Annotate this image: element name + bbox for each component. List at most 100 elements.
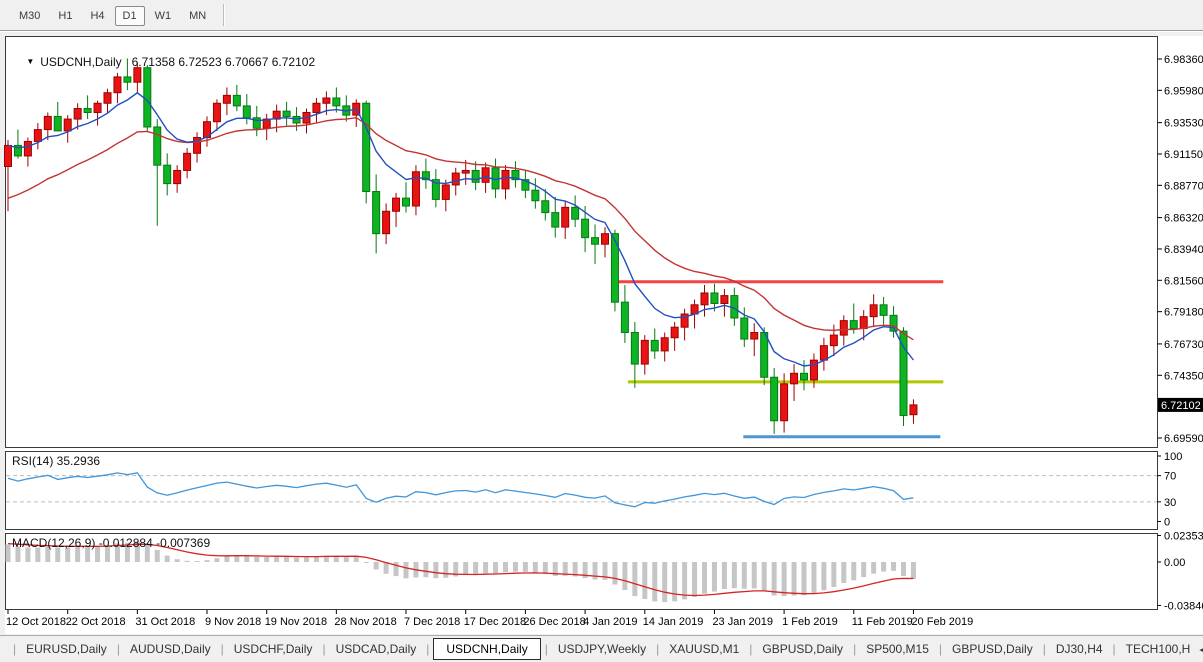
tab-gbpusd-daily[interactable]: GBPUSD,Daily — [943, 639, 1042, 659]
rsi-pane[interactable] — [5, 451, 1158, 530]
timeframe-button-w1[interactable]: W1 — [147, 6, 180, 26]
macd-bar — [522, 562, 528, 572]
price-tick-label: 6.76730 — [1164, 339, 1203, 351]
tab-scroll-arrows: ◂▸ — [1199, 643, 1203, 656]
date-tick-label: 20 Feb 2019 — [911, 616, 973, 628]
date-tick-label: 31 Oct 2018 — [135, 616, 195, 628]
candle-down — [163, 164, 172, 185]
tab-separator: | — [656, 642, 660, 656]
candle-down — [591, 237, 600, 245]
price-tick-label: 6.69590 — [1164, 433, 1203, 445]
tab-usdcad-daily[interactable]: USDCAD,Daily — [327, 639, 426, 659]
macd-bar — [761, 562, 767, 591]
candle-up — [4, 144, 12, 167]
macd-bar — [632, 562, 638, 597]
macd-bar — [831, 562, 837, 587]
macd-bar — [204, 560, 210, 562]
macd-bar — [304, 557, 309, 562]
macd-bar — [194, 561, 200, 563]
candle-down — [800, 372, 808, 381]
macd-bar — [234, 555, 240, 562]
scroll-left-icon[interactable]: ◂ — [1199, 644, 1203, 656]
candle-down — [551, 212, 560, 228]
timeframe-button-h1[interactable]: H1 — [50, 6, 80, 26]
candle-up — [411, 171, 420, 207]
timeframe-button-m30[interactable]: M30 — [11, 6, 48, 26]
candle-down — [571, 206, 580, 220]
macd-bar — [343, 556, 349, 562]
timeframe-toolbar: M30 H1 H4 D1 W1 MN — [0, 0, 1203, 31]
timeframe-button-mn[interactable]: MN — [181, 6, 214, 26]
candle-up — [173, 169, 182, 185]
macd-bar — [642, 562, 648, 599]
macd-bar — [891, 562, 897, 571]
tab-eurusd-daily[interactable]: EURUSD,Daily — [17, 639, 116, 659]
price-tick-label: 6.95980 — [1164, 85, 1203, 97]
price-tick-label: 6.81560 — [1164, 275, 1203, 287]
date-tick-label: 14 Jan 2019 — [643, 616, 704, 628]
candle-down — [53, 115, 62, 132]
candle-up — [501, 169, 510, 190]
candle-up — [63, 118, 72, 132]
macd-bar — [622, 562, 628, 590]
date-tick-label: 17 Dec 2018 — [464, 616, 526, 628]
macd-bar — [512, 562, 518, 572]
candle-down — [402, 197, 410, 207]
candle-up — [829, 334, 838, 347]
chart-title: ▼ USDCNH,Daily 6.71358 6.72523 6.70667 6.7… — [13, 41, 315, 83]
tab-separator: | — [220, 642, 224, 656]
timeframe-button-h4[interactable]: H4 — [82, 6, 112, 26]
timeframe-buttons: M30 H1 H4 D1 W1 MN — [10, 6, 215, 26]
macd-bar — [363, 561, 369, 563]
candle-up — [750, 331, 759, 340]
tab-xauusd-m1[interactable]: XAUUSD,M1 — [660, 639, 748, 659]
current-price-label: 6.72102 — [1161, 400, 1201, 412]
tab-dj30-h4[interactable]: DJ30,H4 — [1047, 639, 1112, 659]
price-tick-label: 6.98360 — [1164, 54, 1203, 66]
tab-items: EURUSD,Daily | AUDUSD,Daily | USDCHF,Daily | U… — [17, 638, 1199, 660]
tab-tech100-h[interactable]: TECH100,H — [1117, 639, 1200, 659]
tab-separator: | — [1112, 642, 1116, 656]
date-tick-label: 12 Oct 2018 — [6, 616, 66, 628]
macd-bar — [433, 562, 439, 579]
macd-bar — [313, 556, 319, 562]
macd-bar — [294, 557, 300, 562]
macd-bar — [284, 556, 290, 562]
price-tick-label: 6.79180 — [1164, 307, 1203, 319]
macd-bar — [214, 558, 220, 562]
candle-up — [33, 129, 42, 142]
macd-bar — [811, 562, 817, 594]
candle-down — [242, 105, 251, 119]
macd-bar — [612, 562, 618, 585]
candle-up — [561, 206, 570, 228]
tab-audusd-daily[interactable]: AUDUSD,Daily — [121, 639, 220, 659]
timeframe-button-d1[interactable]: D1 — [114, 6, 145, 26]
macd-bar — [821, 562, 827, 591]
macd-bar — [463, 562, 469, 576]
candle-down — [83, 108, 92, 113]
candle-up — [43, 115, 52, 131]
candle-down — [292, 115, 301, 124]
date-tick-label: 23 Jan 2019 — [712, 616, 773, 628]
candle-down — [710, 292, 719, 304]
date-tick-label: 1 Feb 2019 — [782, 616, 838, 628]
tab-separator: | — [853, 642, 857, 656]
tab-gbpusd-daily[interactable]: GBPUSD,Daily — [753, 639, 852, 659]
main-pane[interactable] — [5, 36, 1158, 448]
candle-up — [312, 102, 321, 113]
macd-bar — [721, 562, 727, 589]
chart-canvas[interactable]: 6.98360 6.95980 6.93530 6.91150 6.88770 6.863… — [0, 0, 1203, 662]
tab-separator: | — [749, 642, 753, 656]
tab-usdjpy-weekly[interactable]: USDJPY,Weekly — [549, 639, 655, 659]
tab-usdcnh-daily[interactable]: USDCNH,Daily — [433, 638, 541, 660]
date-tick-label: 4 Jan 2019 — [583, 616, 637, 628]
macd-bar — [174, 559, 180, 562]
candle-up — [660, 337, 669, 352]
tab-usdchf-daily[interactable]: USDCHF,Daily — [225, 639, 322, 659]
rsi-tick-label: 30 — [1164, 497, 1176, 509]
tab-sp500-m15[interactable]: SP500,M15 — [857, 639, 938, 659]
macd-bar — [403, 562, 409, 579]
macd-bar — [711, 562, 717, 592]
chevron-down-icon[interactable]: ▼ — [26, 57, 34, 66]
tab-separator: | — [544, 642, 548, 656]
